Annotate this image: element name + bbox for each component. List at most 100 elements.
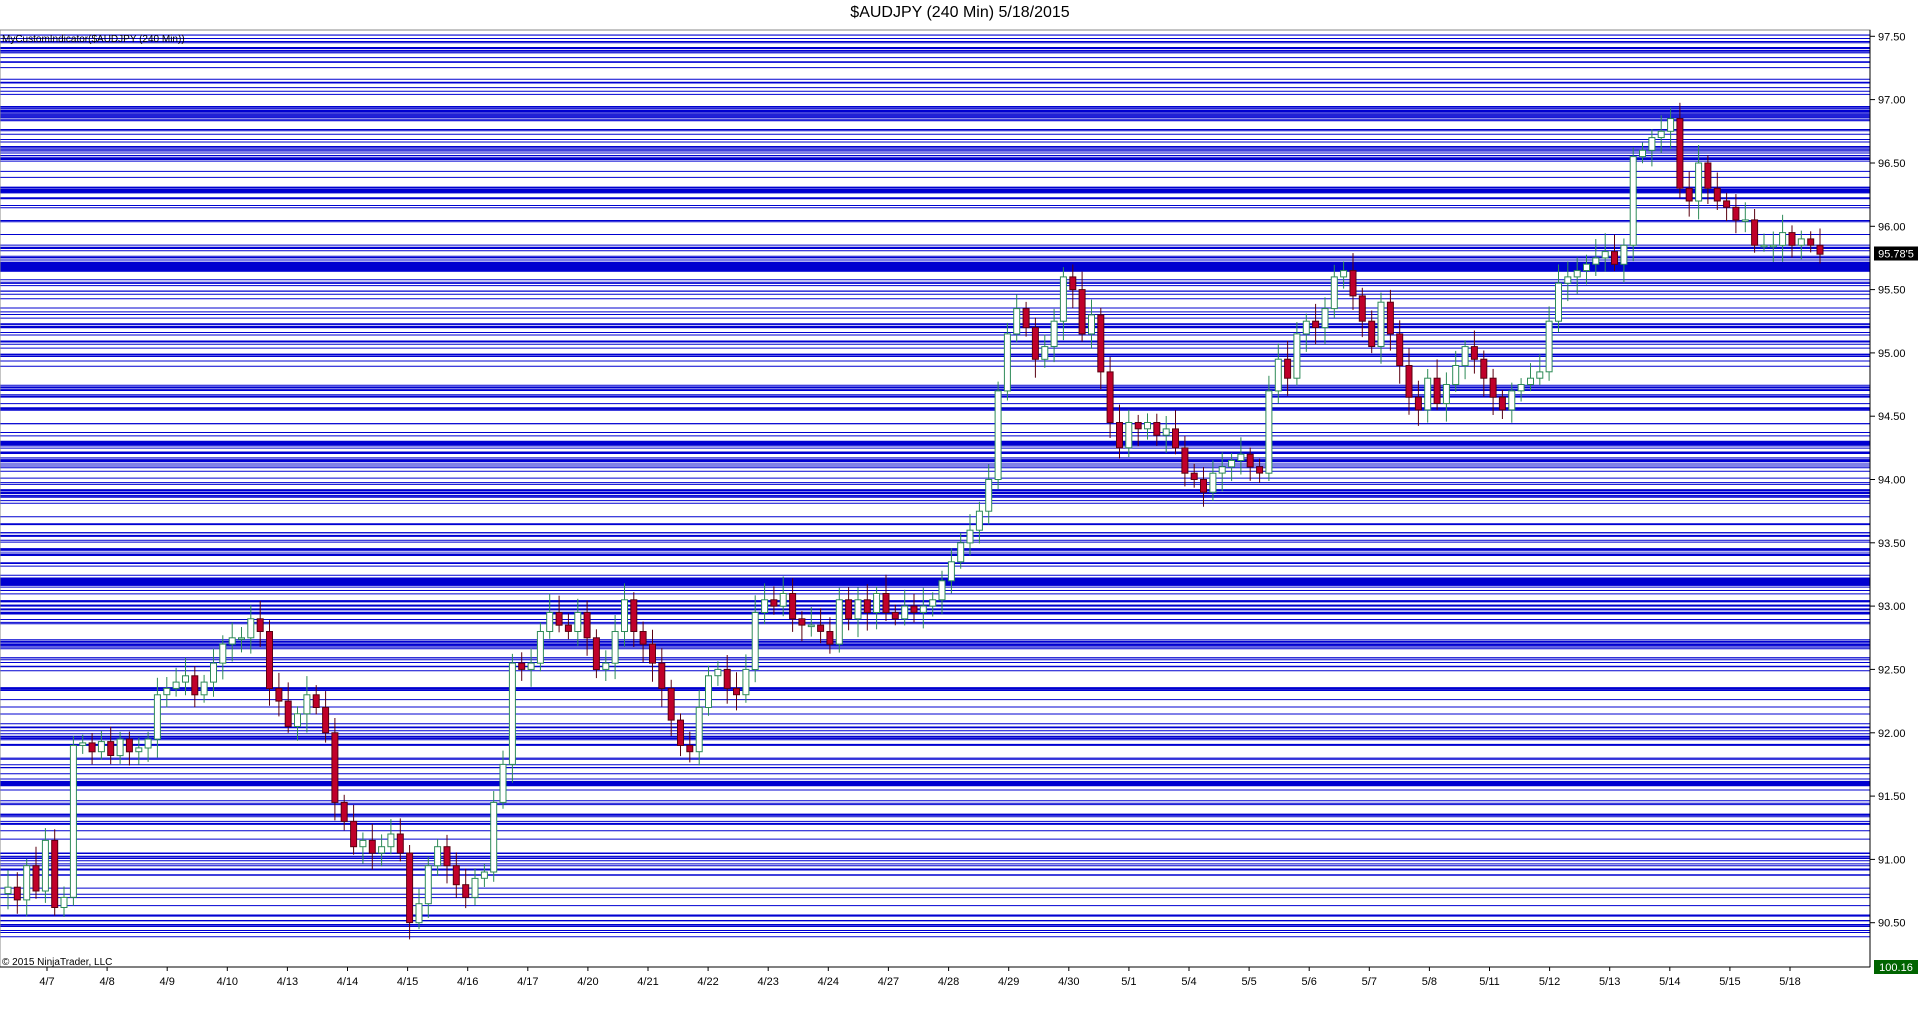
candle-body bbox=[434, 846, 442, 867]
candle-body bbox=[1704, 162, 1712, 189]
candle bbox=[200, 674, 208, 703]
y-tick-label: 96.00 bbox=[1878, 221, 1906, 233]
candle-body bbox=[919, 605, 927, 613]
candle bbox=[910, 593, 918, 623]
candle-body bbox=[1050, 320, 1058, 348]
candle bbox=[536, 622, 544, 672]
candle-body bbox=[1536, 371, 1544, 379]
candle-body bbox=[424, 865, 432, 905]
candle-body bbox=[1639, 149, 1646, 158]
candle bbox=[480, 864, 488, 887]
x-axis-ticks: 4/7 4/8 4/9 4/10 4/13 4/14 4/15 4/16 4/17 4/20 4/2… bbox=[39, 967, 1801, 988]
candle-body bbox=[1097, 314, 1105, 373]
candle-body bbox=[1340, 270, 1348, 278]
candle bbox=[1704, 155, 1712, 204]
x-tick-label: 4/30 bbox=[1058, 976, 1079, 988]
candle-body bbox=[378, 846, 386, 854]
candle bbox=[69, 736, 77, 906]
candle bbox=[733, 672, 740, 711]
x-tick-label: 4/20 bbox=[577, 976, 598, 988]
candle-body bbox=[1218, 466, 1226, 474]
candle bbox=[1302, 313, 1310, 352]
candle-body bbox=[1209, 472, 1217, 493]
y-tick-label: 92.50 bbox=[1878, 664, 1906, 676]
candle-body bbox=[649, 643, 656, 664]
candle bbox=[350, 804, 358, 855]
candle-body bbox=[153, 694, 161, 740]
candle-body bbox=[247, 618, 255, 639]
candle-body bbox=[1377, 301, 1385, 348]
candle bbox=[1265, 375, 1273, 481]
candle-body bbox=[256, 618, 264, 632]
x-tick-label: 4/13 bbox=[277, 976, 298, 988]
candle bbox=[1685, 171, 1693, 217]
y-tick-label: 93.00 bbox=[1878, 601, 1906, 613]
candle-body bbox=[1489, 377, 1497, 398]
candle bbox=[275, 672, 283, 717]
candle bbox=[639, 621, 647, 663]
y-tick-label: 94.50 bbox=[1878, 411, 1906, 423]
candle-body bbox=[1807, 238, 1815, 246]
candle-body bbox=[1106, 371, 1114, 423]
candle bbox=[163, 677, 171, 708]
candle-body bbox=[331, 732, 339, 803]
candle-body bbox=[452, 865, 460, 886]
candle-body bbox=[508, 662, 516, 765]
x-tick-label: 4/24 bbox=[818, 976, 839, 988]
candle-body bbox=[312, 694, 320, 708]
candle bbox=[602, 650, 610, 681]
candle bbox=[135, 737, 143, 765]
candle-body bbox=[1741, 219, 1749, 222]
candle-body bbox=[1246, 453, 1254, 468]
candle bbox=[1555, 264, 1562, 333]
candle-body bbox=[480, 871, 488, 879]
chart-canvas[interactable]: 90.50 91.00 91.50 92.00 92.50 93.00 93.50 94.00… bbox=[0, 0, 1920, 1014]
candle-body bbox=[275, 687, 283, 702]
candle-body bbox=[443, 846, 451, 867]
candle-body bbox=[695, 706, 703, 753]
candle-body bbox=[1713, 187, 1721, 202]
candle-body bbox=[69, 744, 77, 898]
candle bbox=[424, 856, 432, 918]
candle bbox=[415, 888, 423, 930]
candle bbox=[1293, 322, 1301, 386]
candle-body bbox=[518, 662, 526, 670]
candle-body bbox=[705, 675, 712, 708]
candle bbox=[611, 615, 619, 680]
candle-body bbox=[667, 687, 675, 721]
candle-body bbox=[1648, 137, 1656, 151]
candle-body bbox=[1723, 200, 1731, 208]
candle-body bbox=[1396, 333, 1404, 367]
candle-body bbox=[1779, 232, 1787, 246]
candle bbox=[322, 691, 330, 743]
candle-body bbox=[807, 624, 815, 628]
candle bbox=[1377, 292, 1385, 364]
candle-body bbox=[1181, 447, 1189, 474]
candle-body bbox=[1116, 422, 1123, 449]
candle bbox=[1442, 372, 1450, 422]
x-tick-label: 5/12 bbox=[1539, 976, 1560, 988]
candle-body bbox=[1498, 396, 1506, 411]
candle bbox=[1312, 303, 1320, 345]
y-axis-ticks: 90.50 91.00 91.50 92.00 92.50 93.00 93.50 94.00… bbox=[1870, 31, 1906, 930]
candle bbox=[471, 868, 479, 906]
candle-body bbox=[499, 763, 507, 803]
candle bbox=[1639, 142, 1646, 164]
candle-body bbox=[490, 801, 498, 873]
candle-body bbox=[546, 612, 554, 632]
candle bbox=[443, 834, 451, 884]
candle bbox=[1732, 194, 1740, 234]
candle-body bbox=[1321, 308, 1329, 329]
candle bbox=[1106, 356, 1114, 438]
x-tick-label: 4/17 bbox=[517, 976, 538, 988]
candle-body bbox=[1611, 251, 1618, 265]
candle bbox=[1321, 297, 1329, 344]
candle bbox=[172, 667, 180, 697]
candle-body bbox=[835, 599, 843, 645]
candle-body bbox=[107, 741, 115, 756]
candle-body bbox=[116, 738, 124, 757]
candle-body bbox=[1349, 270, 1357, 297]
candle-body bbox=[1461, 346, 1469, 367]
candle-body bbox=[611, 631, 619, 664]
candle bbox=[1041, 334, 1049, 368]
